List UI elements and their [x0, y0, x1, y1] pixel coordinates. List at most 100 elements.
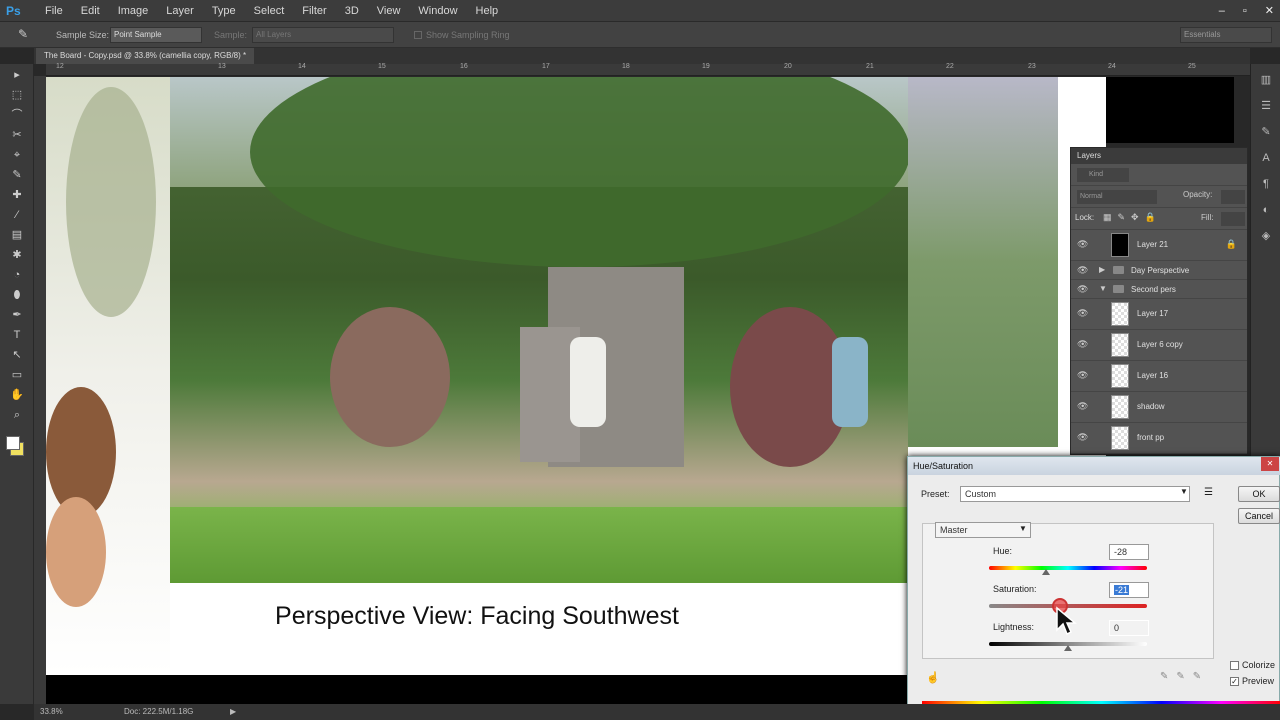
- preset-select[interactable]: Custom: [960, 486, 1190, 502]
- menu-select[interactable]: Select: [245, 0, 294, 22]
- eye-icon[interactable]: 👁: [1077, 239, 1088, 250]
- layer-row[interactable]: 👁 shadow: [1071, 392, 1247, 423]
- eyedropper-tool-icon[interactable]: ⌖: [7, 146, 27, 164]
- menu-window[interactable]: Window: [409, 0, 466, 22]
- preset-label: Preset:: [921, 489, 950, 499]
- close-icon[interactable]: ✕: [1265, 0, 1274, 22]
- pen-tool-icon[interactable]: ✒: [7, 306, 27, 324]
- show-ring-checkbox[interactable]: [414, 31, 422, 39]
- move-tool-icon[interactable]: ▸: [7, 66, 27, 84]
- layer-row[interactable]: 👁 Layer 21 🔒: [1071, 230, 1247, 261]
- chevron-down-icon[interactable]: ▼: [1180, 487, 1188, 496]
- layer-row[interactable]: 👁 front pp: [1071, 423, 1247, 454]
- dialog-close-icon[interactable]: ✕: [1261, 457, 1279, 471]
- menu-help[interactable]: Help: [467, 0, 508, 22]
- menu-layer[interactable]: Layer: [157, 0, 203, 22]
- blend-mode-select[interactable]: Normal: [1077, 190, 1157, 204]
- status-arrow-icon[interactable]: ▶: [230, 704, 236, 720]
- maximize-icon[interactable]: ▫: [1243, 0, 1247, 22]
- paragraph-icon[interactable]: ¶: [1258, 176, 1274, 192]
- preset-options-icon[interactable]: ☰: [1204, 487, 1213, 498]
- expand-arrow-icon[interactable]: ▶: [1099, 265, 1105, 274]
- saturation-input[interactable]: -21: [1109, 582, 1149, 598]
- history-icon[interactable]: ▥: [1258, 72, 1274, 88]
- menu-file[interactable]: File: [36, 0, 72, 22]
- type-tool-icon[interactable]: T: [7, 326, 27, 344]
- preview-checkbox[interactable]: ✓: [1230, 677, 1239, 686]
- brush-tool-icon[interactable]: ✎: [7, 166, 27, 184]
- eyedropper-icons[interactable]: ✎✎✎: [1160, 671, 1209, 682]
- menu-type[interactable]: Type: [203, 0, 245, 22]
- layer-group-row[interactable]: 👁 ▶ Day Perspective: [1071, 261, 1247, 280]
- path-select-icon[interactable]: ↖: [7, 346, 27, 364]
- eye-icon[interactable]: 👁: [1077, 339, 1088, 350]
- hue-label: Hue:: [993, 546, 1013, 556]
- document-tab[interactable]: The Board - Copy.psd @ 33.8% (camellia c…: [36, 48, 255, 64]
- color-swatches[interactable]: [6, 434, 33, 458]
- hue-slider-thumb[interactable]: [1041, 569, 1050, 575]
- eyedropper-icon[interactable]: ✎: [18, 27, 28, 41]
- eye-icon[interactable]: 👁: [1077, 308, 1088, 319]
- chevron-down-icon[interactable]: ▼: [1019, 524, 1027, 533]
- eye-icon[interactable]: 👁: [1077, 265, 1088, 276]
- targeted-adjust-icon[interactable]: ☝: [926, 671, 940, 684]
- layer-row[interactable]: 👁 Layer 6 copy: [1071, 330, 1247, 361]
- shape-tool-icon[interactable]: ▭: [7, 366, 27, 384]
- sample-select[interactable]: All Layers: [252, 27, 394, 43]
- marquee-tool-icon[interactable]: ⬚: [7, 86, 27, 104]
- ok-button[interactable]: OK: [1238, 486, 1280, 502]
- layer-thumbnail: [1111, 302, 1129, 326]
- eye-icon[interactable]: 👁: [1077, 432, 1088, 443]
- blur-tool-icon[interactable]: ◔: [7, 266, 27, 284]
- minimize-icon[interactable]: –: [1219, 0, 1225, 22]
- preview-label: Preview: [1242, 676, 1275, 686]
- eye-icon[interactable]: 👁: [1077, 284, 1088, 295]
- fill-label: Fill:: [1201, 213, 1214, 222]
- lightness-slider-thumb[interactable]: [1064, 645, 1072, 651]
- character-icon[interactable]: A: [1258, 150, 1274, 166]
- lasso-tool-icon[interactable]: ⌒: [7, 106, 27, 124]
- collapse-arrow-icon[interactable]: ▼: [1099, 284, 1107, 293]
- cancel-button[interactable]: Cancel: [1238, 508, 1280, 524]
- kind-filter-select[interactable]: Kind: [1077, 168, 1129, 182]
- properties-icon[interactable]: ☰: [1258, 98, 1274, 114]
- sample-size-select[interactable]: Point Sample: [110, 27, 202, 43]
- layer-row[interactable]: 👁 Layer 16: [1071, 361, 1247, 392]
- layer-name: shadow: [1137, 402, 1165, 411]
- eye-icon[interactable]: 👁: [1077, 401, 1088, 412]
- layer-thumbnail: [1111, 233, 1129, 257]
- ruler-tick: 22: [946, 63, 954, 70]
- hand-tool-icon[interactable]: ✋: [7, 386, 27, 404]
- adjustments-icon[interactable]: ◐: [1258, 202, 1274, 218]
- opacity-field[interactable]: [1221, 190, 1245, 204]
- eye-icon[interactable]: 👁: [1077, 370, 1088, 381]
- hue-slider-track[interactable]: [989, 566, 1147, 570]
- layers-panel-icon[interactable]: ◈: [1258, 228, 1274, 244]
- channel-select[interactable]: Master: [935, 522, 1031, 538]
- layer-row[interactable]: 👁 Layer 17: [1071, 299, 1247, 330]
- menu-image[interactable]: Image: [109, 0, 158, 22]
- brush-panel-icon[interactable]: ✎: [1258, 124, 1274, 140]
- menu-filter[interactable]: Filter: [293, 0, 335, 22]
- lightness-input[interactable]: 0: [1109, 620, 1149, 636]
- gradient-tool-icon[interactable]: ✱: [7, 246, 27, 264]
- menu-view[interactable]: View: [368, 0, 410, 22]
- lock-icons[interactable]: ▦✎✥🔒: [1103, 212, 1162, 223]
- menu-edit[interactable]: Edit: [72, 0, 109, 22]
- hue-input[interactable]: -28: [1109, 544, 1149, 560]
- zoom-tool-icon[interactable]: ⌕: [7, 406, 27, 424]
- layer-group-row[interactable]: 👁 ▼ Second pers: [1071, 280, 1247, 299]
- menu-3d[interactable]: 3D: [336, 0, 368, 22]
- dodge-tool-icon[interactable]: ⬮: [7, 286, 27, 304]
- hue-saturation-dialog: Hue/Saturation ✕ Preset: Custom ▼ ☰ OK C…: [907, 456, 1280, 720]
- workspace-select[interactable]: Essentials: [1180, 27, 1272, 43]
- fill-field[interactable]: [1221, 212, 1245, 226]
- eraser-tool-icon[interactable]: ▤: [7, 226, 27, 244]
- colorize-checkbox[interactable]: [1230, 661, 1239, 670]
- stamp-tool-icon[interactable]: ✚: [7, 186, 27, 204]
- zoom-level[interactable]: 33.8%: [40, 704, 63, 720]
- crop-tool-icon[interactable]: ✂: [7, 126, 27, 144]
- history-brush-icon[interactable]: ⁄: [7, 206, 27, 224]
- left-photo-strip: [46, 77, 170, 675]
- layers-panel-title: Layers: [1071, 148, 1247, 164]
